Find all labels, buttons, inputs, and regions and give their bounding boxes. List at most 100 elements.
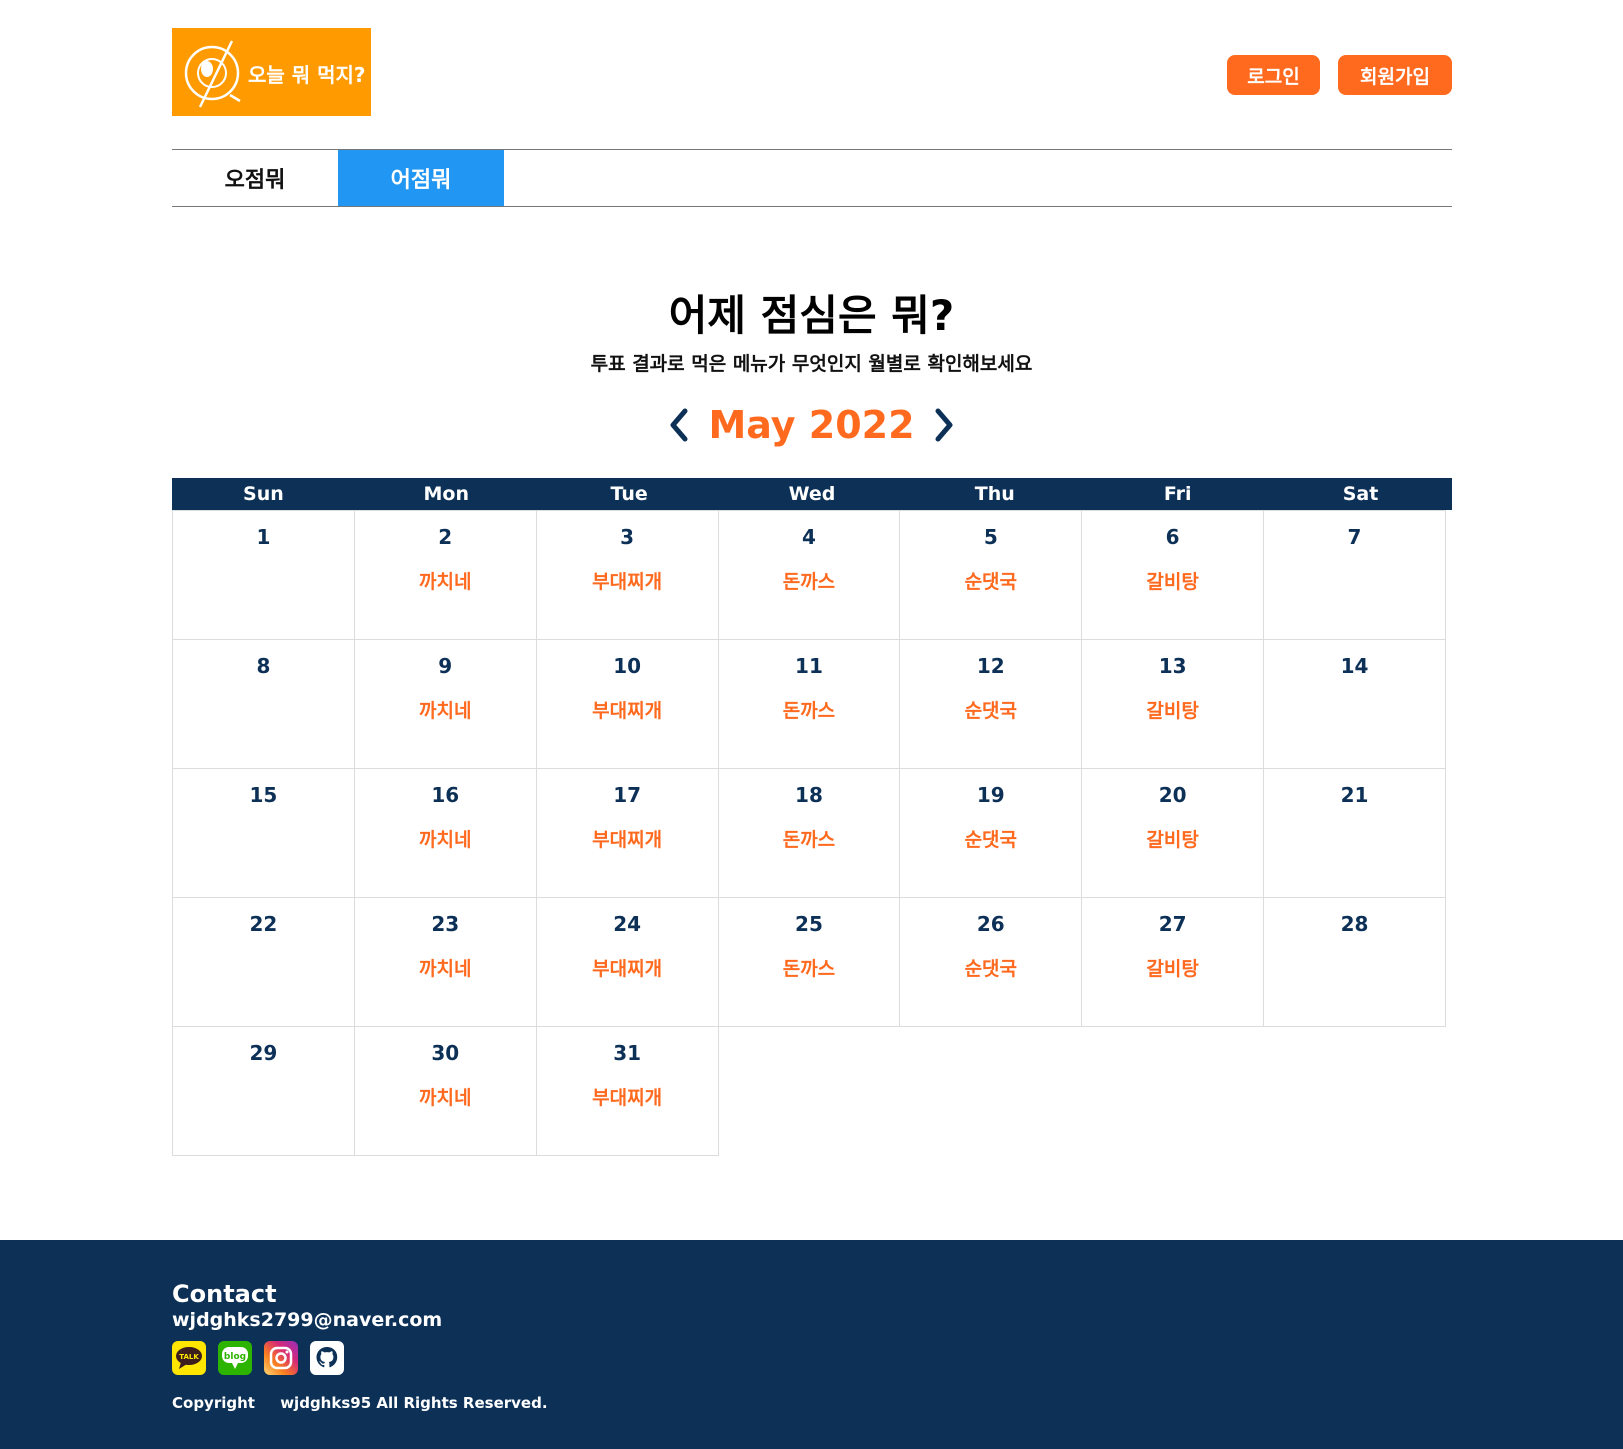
menu-label: 돈까스 <box>782 958 836 980</box>
calendar-day-cell[interactable]: 29 <box>172 1026 355 1156</box>
page-title: 어제 점심은 뭐? <box>668 291 955 340</box>
month-label: May 2022 <box>708 403 915 447</box>
menu-label: 돈까스 <box>782 571 836 593</box>
day-number: 31 <box>613 1041 642 1065</box>
day-number: 10 <box>613 654 642 678</box>
plate-fork-icon <box>184 40 241 108</box>
copyright: Copyright wjdghks95 All Rights Reserved. <box>172 1394 548 1412</box>
chevron-right-icon <box>935 408 953 442</box>
day-number: 5 <box>983 525 998 549</box>
calendar-day-cell[interactable]: 31 부대찌개 <box>535 1026 719 1156</box>
day-number: 2 <box>438 525 453 549</box>
chevron-left-icon <box>670 408 688 442</box>
login-button[interactable]: 로그인 <box>1227 55 1320 95</box>
menu-label: 까치네 <box>419 958 472 980</box>
calendar-day-cell[interactable]: 7 <box>1263 510 1446 640</box>
menu-label: 부대찌개 <box>592 571 663 593</box>
copyright-owner: wjdghks95 <box>280 1394 372 1412</box>
weekday-label: Wed <box>788 483 836 505</box>
calendar-day-cell[interactable]: 13 갈비탕 <box>1081 639 1265 769</box>
page-subtitle: 투표 결과로 먹은 메뉴가 무엇인지 월별로 확인해보세요 <box>590 353 1033 375</box>
calendar-day-cell[interactable]: 24 부대찌개 <box>535 897 719 1027</box>
menu-label: 까치네 <box>419 829 472 851</box>
weekday-label: Fri <box>1163 483 1192 505</box>
day-number: 3 <box>620 525 635 549</box>
menu-label: 돈까스 <box>782 829 836 851</box>
github-icon[interactable] <box>310 1341 344 1375</box>
day-number: 9 <box>438 654 453 678</box>
tab-bar: 오점뭐 어점뭐 <box>172 149 1452 207</box>
day-number: 7 <box>1347 525 1362 549</box>
day-number: 16 <box>431 783 460 807</box>
blog-bubble: blog <box>222 1347 248 1369</box>
calendar-day-cell[interactable]: 4 돈까스 <box>717 510 901 640</box>
calendar-day-cell[interactable]: 22 <box>172 897 355 1027</box>
weekday-label: Mon <box>423 483 470 505</box>
tab-yesterday-lunch[interactable]: 어점뭐 <box>338 150 504 206</box>
day-number: 11 <box>795 654 823 678</box>
menu-label: 돈까스 <box>782 700 836 722</box>
calendar-day-cell[interactable]: 20 갈비탕 <box>1081 768 1265 898</box>
menu-label: 부대찌개 <box>592 829 663 851</box>
header: 오늘 뭐 먹지? 로그인 회원가입 <box>172 28 1452 116</box>
weekday-label: Thu <box>974 483 1015 505</box>
site-logo[interactable]: 오늘 뭐 먹지? <box>172 28 371 116</box>
menu-label: 순댓국 <box>964 571 1018 593</box>
calendar-day-cell[interactable]: 21 <box>1263 768 1446 898</box>
calendar-day-cell[interactable]: 28 <box>1263 897 1446 1027</box>
menu-label: 순댓국 <box>964 958 1018 980</box>
contact-email[interactable]: wjdghks2799@naver.com <box>172 1309 442 1331</box>
calendar-day-cell[interactable]: 18 돈까스 <box>717 768 901 898</box>
calendar-day-cell[interactable]: 16 까치네 <box>353 768 537 898</box>
menu-label: 갈비탕 <box>1146 700 1199 722</box>
day-number: 13 <box>1158 654 1187 678</box>
signup-button[interactable]: 회원가입 <box>1338 55 1452 95</box>
calendar-day-cell[interactable]: 27 갈비탕 <box>1081 897 1265 1027</box>
calendar: Sun Mon Tue Wed Thu Fri Sat 1 2 까치네 3 부대찌개 4 돈… <box>172 478 1452 1156</box>
calendar-day-cell[interactable]: 6 갈비탕 <box>1081 510 1265 640</box>
menu-label: 갈비탕 <box>1146 571 1199 593</box>
calendar-day-cell[interactable]: 3 부대찌개 <box>535 510 719 640</box>
calendar-day-cell[interactable]: 11 돈까스 <box>717 639 901 769</box>
menu-label: 갈비탕 <box>1146 829 1199 851</box>
calendar-day-cell[interactable]: 30 까치네 <box>353 1026 537 1156</box>
menu-label: 부대찌개 <box>592 1087 663 1109</box>
calendar-day-cell[interactable]: 26 순댓국 <box>899 897 1083 1027</box>
calendar-day-cell[interactable]: 8 <box>172 639 355 769</box>
instagram-icon[interactable] <box>264 1341 298 1375</box>
menu-label: 부대찌개 <box>592 958 663 980</box>
calendar-day-cell[interactable]: 25 돈까스 <box>717 897 901 1027</box>
calendar-day-cell[interactable]: 12 순댓국 <box>899 639 1083 769</box>
day-number: 26 <box>976 912 1005 936</box>
calendar-day-cell[interactable]: 15 <box>172 768 355 898</box>
blog-icon[interactable]: blog <box>218 1341 252 1375</box>
calendar-day-cell[interactable]: 10 부대찌개 <box>535 639 719 769</box>
day-number: 28 <box>1340 912 1369 936</box>
footer: Contact wjdghks2799@naver.com TALK blog <box>0 1240 1623 1449</box>
calendar-grid: 1 2 까치네 3 부대찌개 4 돈까스 5 순댓국 6 갈비탕 7 8 9 까치네 10 부대찌개 11 돈까스 1… <box>172 510 1452 1156</box>
calendar-day-cell[interactable]: 9 까치네 <box>353 639 537 769</box>
month-navigation: May 2022 <box>0 400 1623 450</box>
calendar-day-cell[interactable]: 17 부대찌개 <box>535 768 719 898</box>
calendar-day-cell[interactable]: 14 <box>1263 639 1446 769</box>
menu-label: 까치네 <box>419 1087 472 1109</box>
weekday-label: Sun <box>243 483 284 505</box>
github-glyph <box>316 1347 338 1368</box>
calendar-day-cell[interactable]: 5 순댓국 <box>899 510 1083 640</box>
weekday-header: Sun Mon Tue Wed Thu Fri Sat <box>172 478 1452 510</box>
kakaotalk-icon[interactable]: TALK <box>172 1341 206 1375</box>
calendar-day-cell[interactable]: 1 <box>172 510 355 640</box>
next-month-button[interactable] <box>929 405 959 445</box>
day-number: 27 <box>1158 912 1187 936</box>
calendar-day-cell[interactable]: 2 까치네 <box>353 510 537 640</box>
day-number: 12 <box>976 654 1005 678</box>
menu-label: 순댓국 <box>964 700 1018 722</box>
prev-month-button[interactable] <box>664 405 694 445</box>
calendar-day-cell[interactable]: 23 까치네 <box>353 897 537 1027</box>
tab-today-lunch[interactable]: 오점뭐 <box>172 150 338 206</box>
weekday-label: Tue <box>610 483 648 505</box>
day-number: 24 <box>613 912 642 936</box>
day-number: 8 <box>256 654 271 678</box>
day-number: 14 <box>1340 654 1369 678</box>
calendar-day-cell[interactable]: 19 순댓국 <box>899 768 1083 898</box>
